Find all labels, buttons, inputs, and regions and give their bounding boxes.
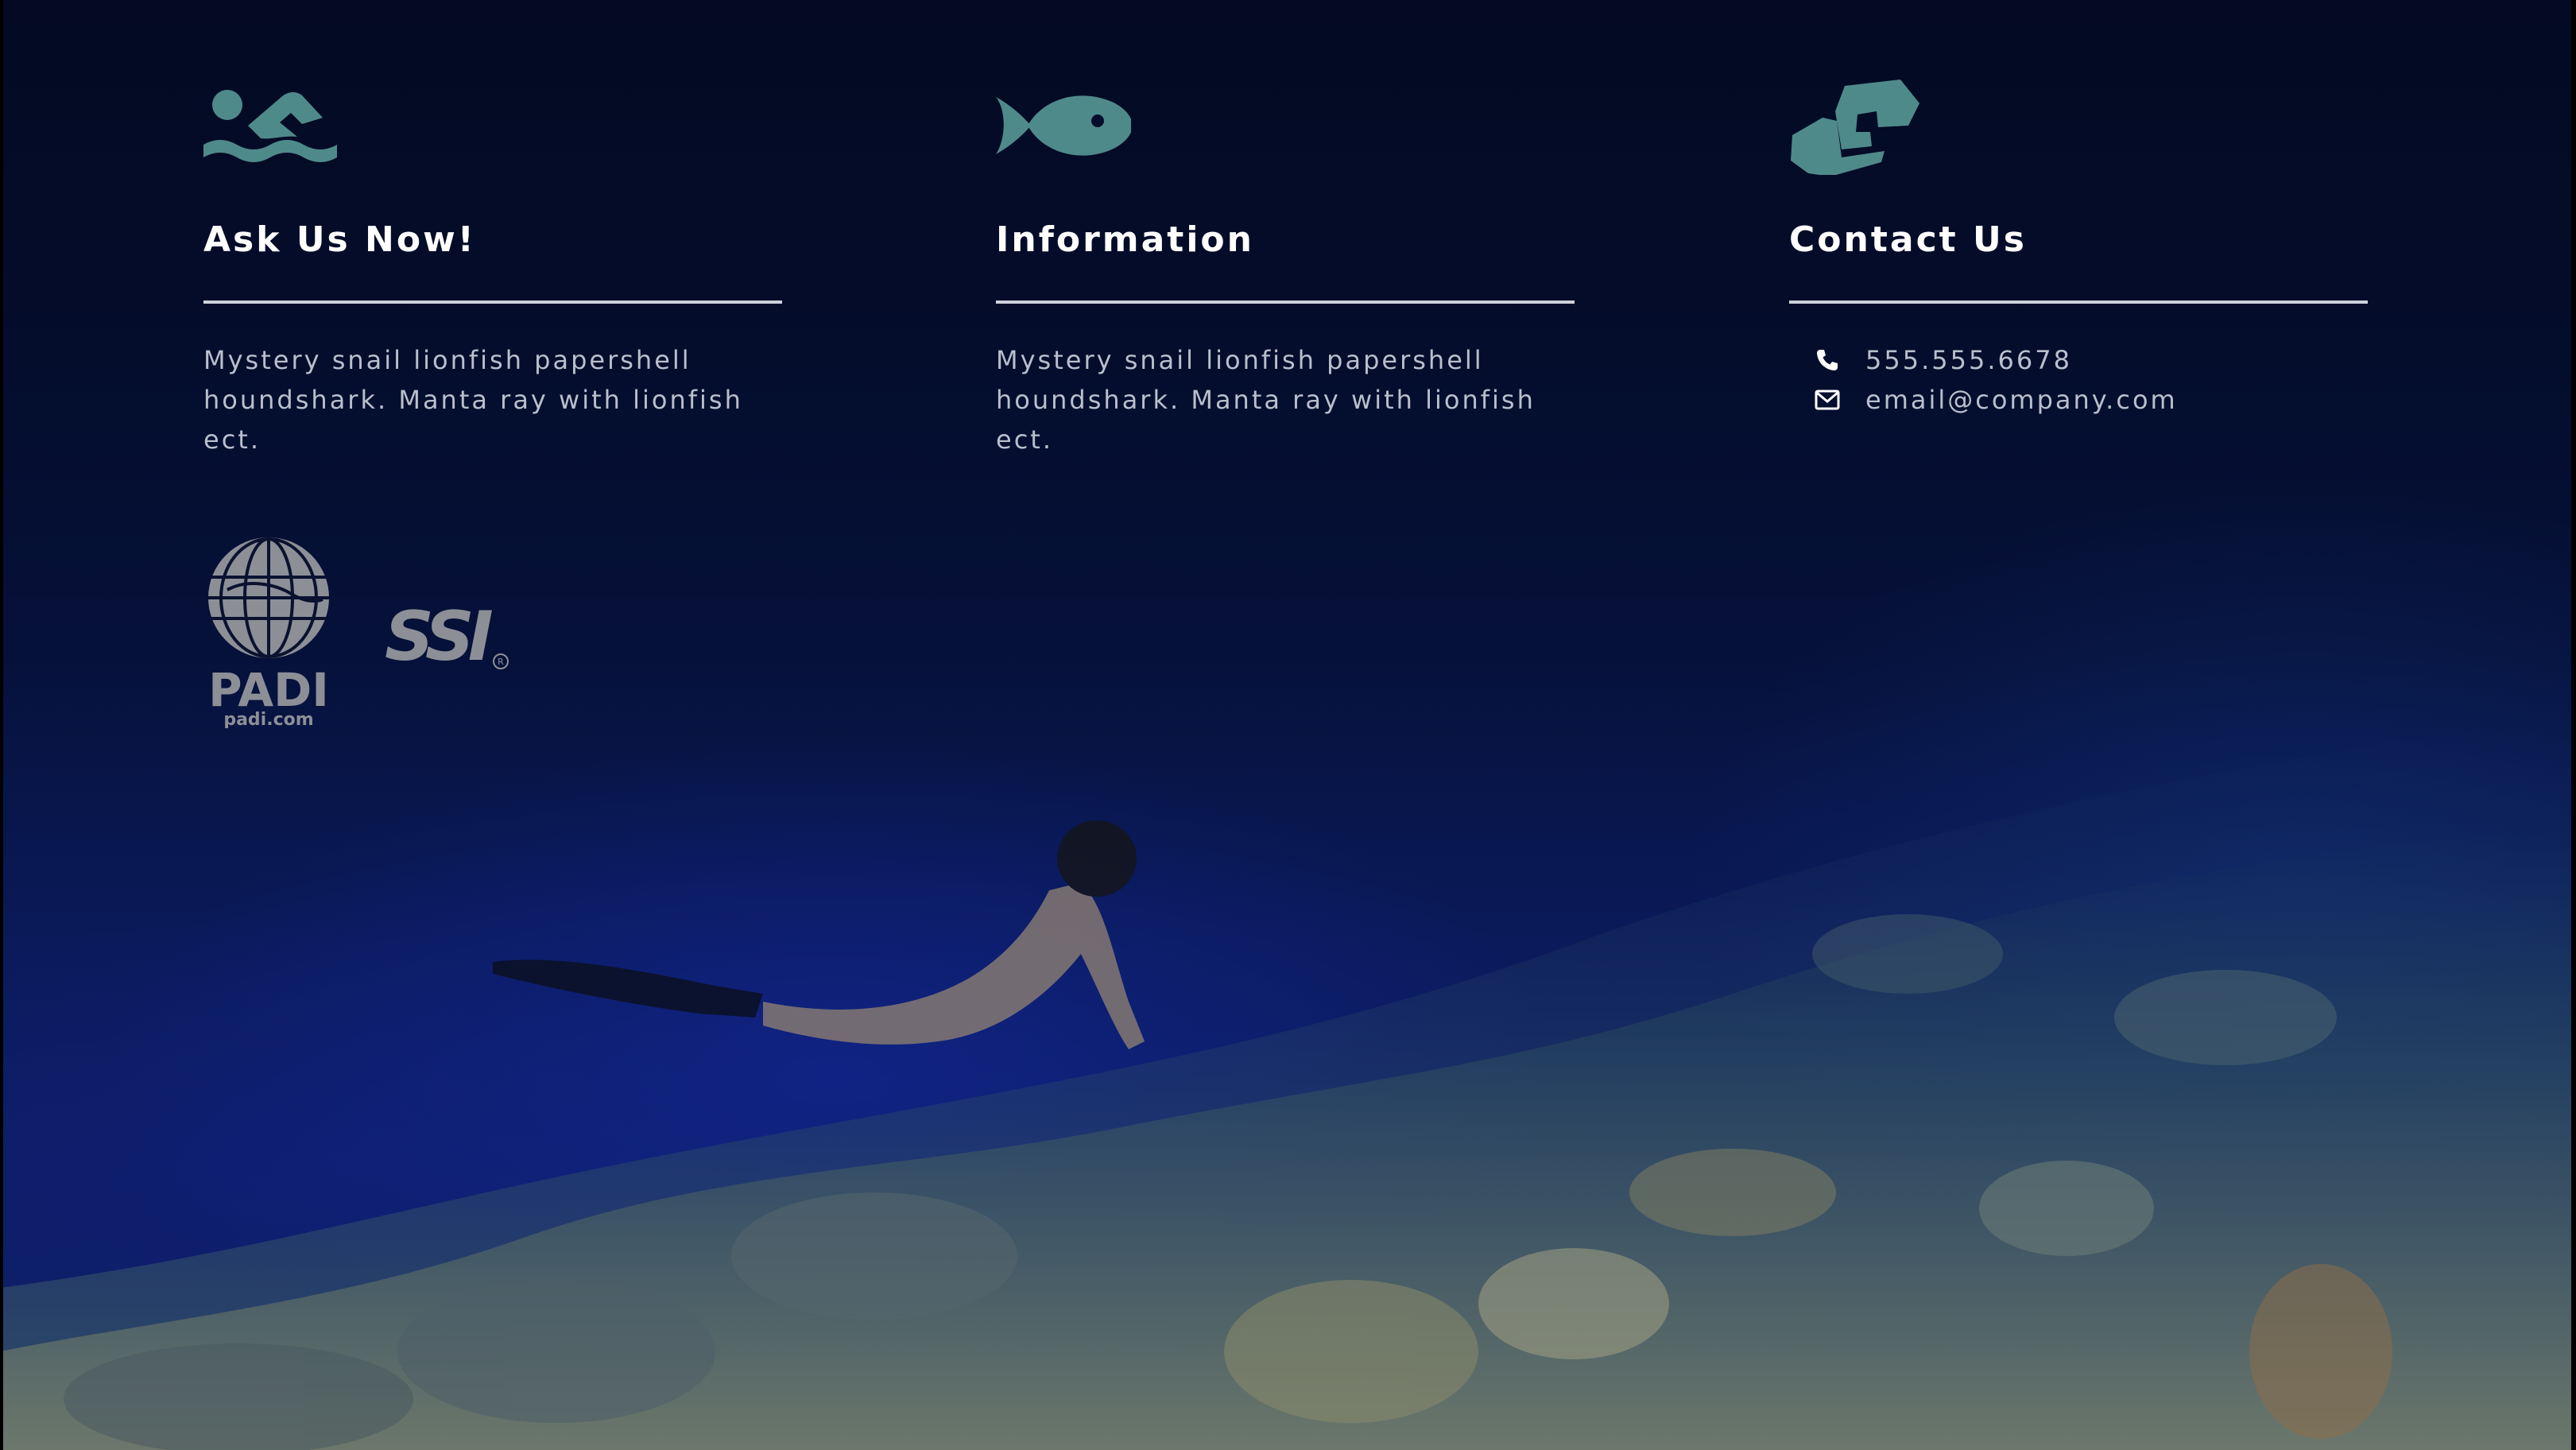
contact-email-row: email@company.com bbox=[1813, 380, 2369, 420]
envelope-icon bbox=[1813, 386, 1842, 414]
contact-title: Contact Us bbox=[1789, 219, 2027, 260]
padi-logo[interactable]: PADI padi.com bbox=[203, 537, 334, 728]
information-column: Information Mystery snail lionfish paper… bbox=[996, 79, 1576, 459]
phone-icon bbox=[1813, 346, 1842, 374]
contact-phone-row: 555.555.6678 bbox=[1813, 340, 2369, 380]
certification-logos: PADI padi.com SSI R bbox=[203, 537, 512, 728]
left-edge bbox=[0, 0, 3, 1450]
ask-us-divider bbox=[203, 300, 782, 304]
ssi-wordmark: SSI bbox=[385, 597, 493, 673]
phone-link[interactable]: 555.555.6678 bbox=[1865, 345, 2072, 375]
fish-icon bbox=[996, 95, 1131, 156]
padi-url: padi.com bbox=[223, 710, 313, 728]
email-link[interactable]: email@company.com bbox=[1865, 385, 2178, 415]
contact-divider bbox=[1789, 300, 2368, 304]
ssi-logo[interactable]: SSI R bbox=[382, 593, 512, 673]
handshake-icon bbox=[1791, 79, 1919, 175]
footer-page: Ask Us Now! Mystery snail lionfish paper… bbox=[0, 0, 2576, 1450]
ask-us-column: Ask Us Now! Mystery snail lionfish paper… bbox=[203, 79, 784, 459]
information-divider bbox=[996, 300, 1575, 304]
swimmer-icon bbox=[203, 90, 337, 162]
ask-us-text: Mystery snail lionfish papershell hounds… bbox=[203, 345, 743, 455]
contact-list: 555.555.6678 email@company.com bbox=[1789, 340, 2369, 420]
information-text: Mystery snail lionfish papershell hounds… bbox=[996, 345, 1536, 455]
information-title: Information bbox=[996, 219, 1254, 260]
padi-wordmark: PADI bbox=[208, 663, 329, 717]
right-edge bbox=[2571, 0, 2576, 1450]
contact-column: Contact Us 555.555.6678 email@company.co… bbox=[1789, 79, 2369, 420]
svg-text:R: R bbox=[498, 657, 504, 667]
ask-us-title: Ask Us Now! bbox=[203, 219, 476, 260]
